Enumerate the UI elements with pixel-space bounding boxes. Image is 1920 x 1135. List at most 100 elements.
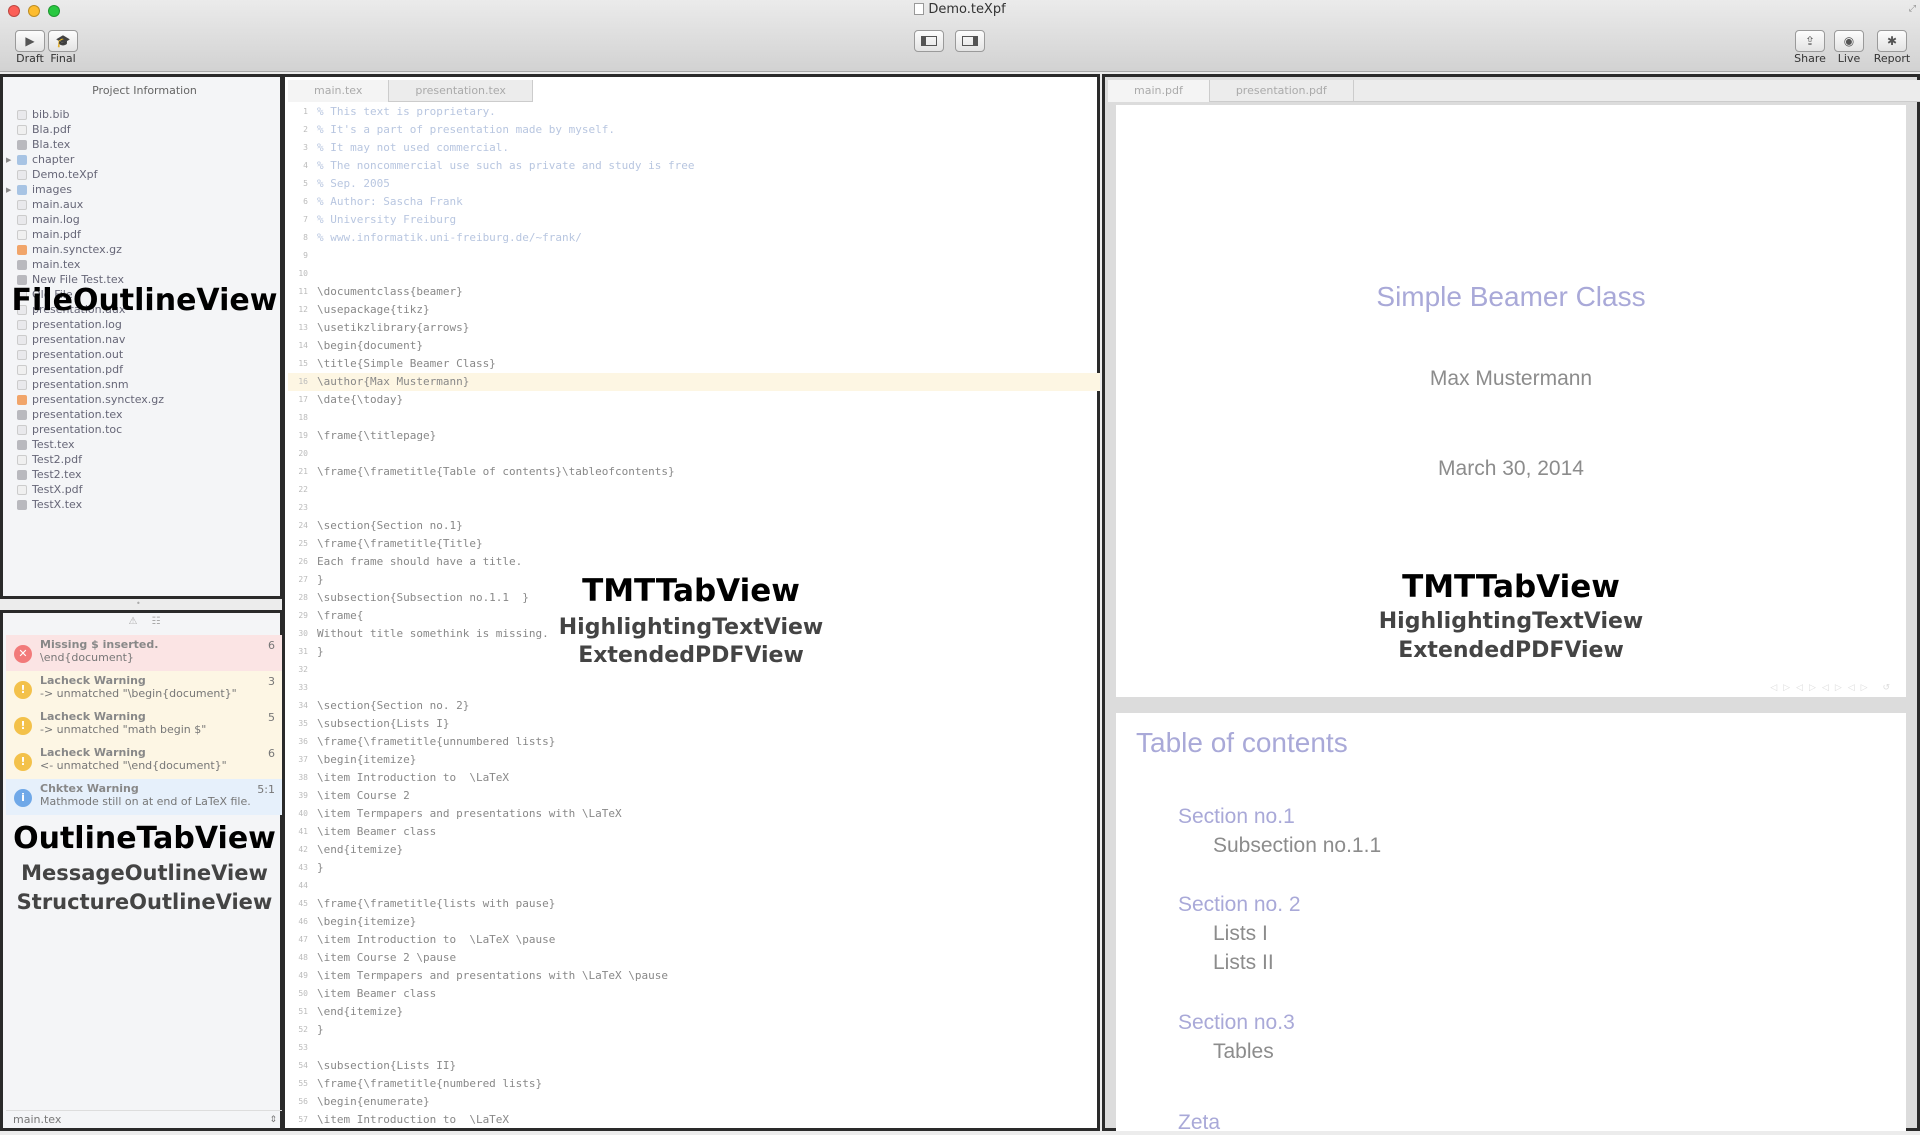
file-item[interactable]: Demo.teXpf bbox=[6, 167, 283, 182]
file-item[interactable]: presentation.log bbox=[6, 317, 283, 332]
code-line[interactable]: 54 \subsection{Lists II} bbox=[288, 1057, 1100, 1075]
file-item[interactable]: main.log bbox=[6, 212, 283, 227]
code-line[interactable]: 1 % This text is proprietary. bbox=[288, 103, 1100, 121]
file-item[interactable]: main.aux bbox=[6, 197, 283, 212]
code-line[interactable]: 33 bbox=[288, 679, 1100, 697]
file-item[interactable]: presentation.nav bbox=[6, 332, 283, 347]
code-line[interactable]: 39 \item Course 2 bbox=[288, 787, 1100, 805]
code-line[interactable]: 11 \documentclass{beamer} bbox=[288, 283, 1100, 301]
code-line[interactable]: 37 \begin{itemize} bbox=[288, 751, 1100, 769]
code-line[interactable]: 7 % University Freiburg bbox=[288, 211, 1100, 229]
code-line[interactable]: 38 \item Introduction to \LaTeX bbox=[288, 769, 1100, 787]
report-button[interactable]: ✱ Report bbox=[1870, 30, 1914, 65]
code-line[interactable]: 15 \title{Simple Beamer Class} bbox=[288, 355, 1100, 373]
file-item[interactable]: Bla.pdf bbox=[6, 122, 283, 137]
splitter-handle[interactable]: • bbox=[136, 599, 141, 608]
code-line[interactable]: 44 bbox=[288, 877, 1100, 895]
file-item[interactable]: TestX.pdf bbox=[6, 482, 283, 497]
code-line[interactable]: 24 \section{Section no.1} bbox=[288, 517, 1100, 535]
code-line[interactable]: 42 \end{itemize} bbox=[288, 841, 1100, 859]
code-line[interactable]: 14 \begin{document} bbox=[288, 337, 1100, 355]
message-item[interactable]: i Chktex Warning Mathmode still on at end … bbox=[6, 779, 283, 815]
live-button[interactable]: ◉ Live bbox=[1827, 30, 1871, 65]
share-button[interactable]: ⇪ Share bbox=[1788, 30, 1832, 65]
code-line[interactable]: 23 bbox=[288, 499, 1100, 517]
file-item[interactable]: main.pdf bbox=[6, 227, 283, 242]
code-line[interactable]: 26 Each frame should have a title. bbox=[288, 553, 1100, 571]
left-pane-toggle-button[interactable] bbox=[914, 30, 944, 52]
code-line[interactable]: 21 \frame{\frametitle{Table of contents}\… bbox=[288, 463, 1100, 481]
code-line[interactable]: 16 \author{Max Mustermann} bbox=[288, 373, 1100, 391]
disclosure-triangle-icon[interactable]: ▶ bbox=[6, 186, 16, 194]
code-line[interactable]: 25 \frame{\frametitle{Title} bbox=[288, 535, 1100, 553]
folder-item[interactable]: ▶ chapter bbox=[6, 152, 283, 167]
code-line[interactable]: 12 \usepackage{tikz} bbox=[288, 301, 1100, 319]
file-item[interactable]: presentation.out bbox=[6, 347, 283, 362]
code-line[interactable]: 57 \item Introduction to \LaTeX bbox=[288, 1111, 1100, 1129]
tab-main-tex[interactable]: main.tex bbox=[288, 80, 390, 102]
code-line[interactable]: 51 \end{itemize} bbox=[288, 1003, 1100, 1021]
code-line[interactable]: 47 \item Introduction to \LaTeX \pause bbox=[288, 931, 1100, 949]
code-line[interactable]: 6 % Author: Sascha Frank bbox=[288, 193, 1100, 211]
code-line[interactable]: 19 \frame{\titlepage} bbox=[288, 427, 1100, 445]
tab-presentation-pdf[interactable]: presentation.pdf bbox=[1210, 80, 1354, 102]
messages-tab-icon[interactable]: ⚠ bbox=[129, 616, 138, 632]
current-file-status[interactable]: main.tex ⇕ bbox=[6, 1110, 283, 1128]
code-line[interactable]: 41 \item Beamer class bbox=[288, 823, 1100, 841]
code-line[interactable]: 49 \item Termpapers and presentations wit… bbox=[288, 967, 1100, 985]
right-pane-toggle-button[interactable] bbox=[955, 30, 985, 52]
code-line[interactable]: 3 % It may not used commercial. bbox=[288, 139, 1100, 157]
file-item[interactable]: presentation.tex bbox=[6, 407, 283, 422]
disclosure-triangle-icon[interactable]: ▶ bbox=[6, 156, 16, 164]
code-line[interactable]: 40 \item Termpapers and presentations wit… bbox=[288, 805, 1100, 823]
code-line[interactable]: 56 \begin{enumerate} bbox=[288, 1093, 1100, 1111]
file-item[interactable]: Test2.pdf bbox=[6, 452, 283, 467]
file-item[interactable]: presentation.snm bbox=[6, 377, 283, 392]
code-line[interactable]: 13 \usetikzlibrary{arrows} bbox=[288, 319, 1100, 337]
code-line[interactable]: 50 \item Beamer class bbox=[288, 985, 1100, 1003]
pdf-page-title-slide[interactable]: Simple Beamer Class Max Mustermann March… bbox=[1116, 105, 1906, 697]
code-line[interactable]: 46 \begin{itemize} bbox=[288, 913, 1100, 931]
file-item[interactable]: presentation.synctex.gz bbox=[6, 392, 283, 407]
code-line[interactable]: 20 bbox=[288, 445, 1100, 463]
file-item[interactable]: Test.tex bbox=[6, 437, 283, 452]
code-line[interactable]: 53 bbox=[288, 1039, 1100, 1057]
fullscreen-icon[interactable]: ⤢ bbox=[1909, 4, 1916, 14]
tab-main-pdf[interactable]: main.pdf bbox=[1108, 80, 1210, 102]
code-line[interactable]: 34 \section{Section no. 2} bbox=[288, 697, 1100, 715]
code-line[interactable]: 2 % It's a part of presentation made by m… bbox=[288, 121, 1100, 139]
code-line[interactable]: 36 \frame{\frametitle{unnumbered lists} bbox=[288, 733, 1100, 751]
code-line[interactable]: 10 bbox=[288, 265, 1100, 283]
pdf-page-toc-slide[interactable]: Table of contents Section no.1 Subsectio… bbox=[1116, 713, 1906, 1134]
code-line[interactable]: 5 % Sep. 2005 bbox=[288, 175, 1100, 193]
code-line[interactable]: 48 \item Course 2 \pause bbox=[288, 949, 1100, 967]
message-item[interactable]: ! Lacheck Warning -> unmatched "math begin… bbox=[6, 707, 283, 743]
file-item[interactable]: TestX.tex bbox=[6, 497, 283, 512]
code-line[interactable]: 55 \frame{\frametitle{numbered lists} bbox=[288, 1075, 1100, 1093]
file-item[interactable]: bib.bib bbox=[6, 107, 283, 122]
file-item[interactable]: presentation.toc bbox=[6, 422, 283, 437]
message-item[interactable]: ✕ Missing $ inserted. \end{document} 6 bbox=[6, 635, 283, 671]
code-line[interactable]: 4 % The noncommercial use such as private… bbox=[288, 157, 1100, 175]
code-line[interactable]: 45 \frame{\frametitle{lists with pause} bbox=[288, 895, 1100, 913]
file-item[interactable]: presentation.pdf bbox=[6, 362, 283, 377]
code-line[interactable]: 43} bbox=[288, 859, 1100, 877]
beamer-nav-icons[interactable]: ◁▷◁▷◁▷◁▷ ↺ bbox=[1770, 683, 1896, 693]
code-line[interactable]: 18 bbox=[288, 409, 1100, 427]
code-line[interactable]: 22 bbox=[288, 481, 1100, 499]
final-button[interactable]: 🎓 Final bbox=[41, 30, 85, 65]
code-line[interactable]: 52} bbox=[288, 1021, 1100, 1039]
message-item[interactable]: ! Lacheck Warning -> unmatched "\begin{doc… bbox=[6, 671, 283, 707]
code-line[interactable]: 35 \subsection{Lists I} bbox=[288, 715, 1100, 733]
folder-item[interactable]: ▶ images bbox=[6, 182, 283, 197]
file-item[interactable]: main.tex bbox=[6, 257, 283, 272]
code-line[interactable]: 9 bbox=[288, 247, 1100, 265]
structure-tab-icon[interactable]: ☷ bbox=[152, 616, 161, 632]
code-line[interactable]: 17 \date{\today} bbox=[288, 391, 1100, 409]
file-item[interactable]: Bla.tex bbox=[6, 137, 283, 152]
file-item[interactable]: main.synctex.gz bbox=[6, 242, 283, 257]
file-item[interactable]: Test2.tex bbox=[6, 467, 283, 482]
message-item[interactable]: ! Lacheck Warning <- unmatched "\end{docum… bbox=[6, 743, 283, 779]
code-line[interactable]: 8 % www.informatik.uni-freiburg.de/~frank… bbox=[288, 229, 1100, 247]
tab-presentation-tex[interactable]: presentation.tex bbox=[389, 80, 533, 102]
